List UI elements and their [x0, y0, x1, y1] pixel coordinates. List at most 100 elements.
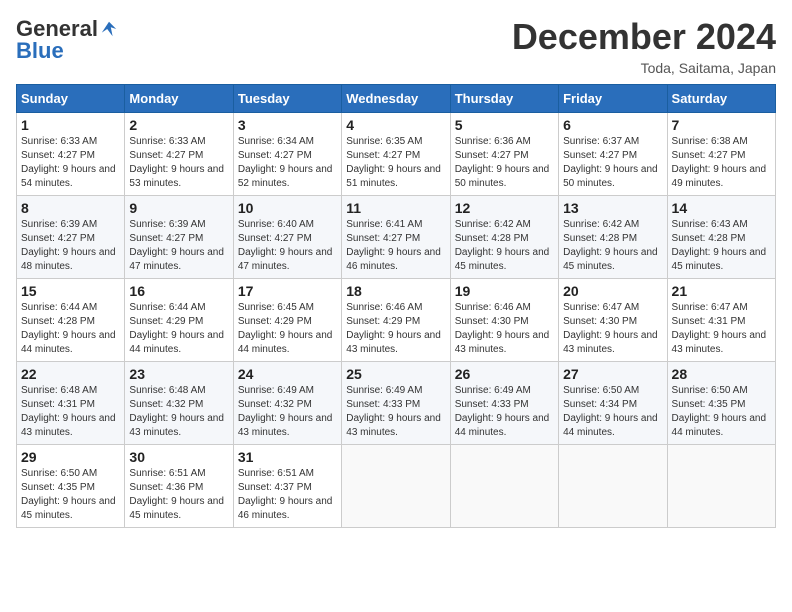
day-info: Sunrise: 6:39 AMSunset: 4:27 PMDaylight:… — [21, 218, 120, 274]
calendar-cell — [450, 445, 558, 528]
day-info: Sunrise: 6:45 AMSunset: 4:29 PMDaylight:… — [238, 301, 337, 357]
day-info: Sunrise: 6:51 AMSunset: 4:36 PMDaylight:… — [129, 467, 228, 523]
calendar-cell: 24 Sunrise: 6:49 AMSunset: 4:32 PMDayligh… — [233, 362, 341, 445]
day-info: Sunrise: 6:50 AMSunset: 4:35 PMDaylight:… — [672, 384, 771, 440]
col-header-thursday: Thursday — [450, 85, 558, 113]
day-number: 5 — [455, 117, 554, 133]
day-info: Sunrise: 6:47 AMSunset: 4:31 PMDaylight:… — [672, 301, 771, 357]
page-header: General Blue December 2024 Toda, Saitama… — [16, 16, 776, 76]
day-info: Sunrise: 6:37 AMSunset: 4:27 PMDaylight:… — [563, 135, 662, 191]
calendar-table: SundayMondayTuesdayWednesdayThursdayFrid… — [16, 84, 776, 528]
day-number: 29 — [21, 449, 120, 465]
day-number: 15 — [21, 283, 120, 299]
calendar-cell: 22 Sunrise: 6:48 AMSunset: 4:31 PMDayligh… — [17, 362, 125, 445]
day-number: 27 — [563, 366, 662, 382]
day-info: Sunrise: 6:51 AMSunset: 4:37 PMDaylight:… — [238, 467, 337, 523]
calendar-cell: 4Sunrise: 6:35 AMSunset: 4:27 PMDaylight… — [342, 113, 450, 196]
day-number: 18 — [346, 283, 445, 299]
day-info: Sunrise: 6:41 AMSunset: 4:27 PMDaylight:… — [346, 218, 445, 274]
day-number: 2 — [129, 117, 228, 133]
day-number: 30 — [129, 449, 228, 465]
day-info: Sunrise: 6:49 AMSunset: 4:33 PMDaylight:… — [346, 384, 445, 440]
day-info: Sunrise: 6:38 AMSunset: 4:27 PMDaylight:… — [672, 135, 771, 191]
calendar-cell: 30 Sunrise: 6:51 AMSunset: 4:36 PMDayligh… — [125, 445, 233, 528]
day-info: Sunrise: 6:35 AMSunset: 4:27 PMDaylight:… — [346, 135, 445, 191]
day-info: Sunrise: 6:36 AMSunset: 4:27 PMDaylight:… — [455, 135, 554, 191]
day-info: Sunrise: 6:48 AMSunset: 4:32 PMDaylight:… — [129, 384, 228, 440]
calendar-cell — [559, 445, 667, 528]
calendar-cell: 25 Sunrise: 6:49 AMSunset: 4:33 PMDayligh… — [342, 362, 450, 445]
day-number: 7 — [672, 117, 771, 133]
day-number: 13 — [563, 200, 662, 216]
day-info: Sunrise: 6:42 AMSunset: 4:28 PMDaylight:… — [455, 218, 554, 274]
day-info: Sunrise: 6:44 AMSunset: 4:28 PMDaylight:… — [21, 301, 120, 357]
day-info: Sunrise: 6:49 AMSunset: 4:32 PMDaylight:… — [238, 384, 337, 440]
col-header-friday: Friday — [559, 85, 667, 113]
day-number: 14 — [672, 200, 771, 216]
calendar-cell: 15 Sunrise: 6:44 AMSunset: 4:28 PMDayligh… — [17, 279, 125, 362]
day-info: Sunrise: 6:33 AMSunset: 4:27 PMDaylight:… — [21, 135, 120, 191]
calendar-cell: 16 Sunrise: 6:44 AMSunset: 4:29 PMDayligh… — [125, 279, 233, 362]
calendar-cell: 31 Sunrise: 6:51 AMSunset: 4:37 PMDayligh… — [233, 445, 341, 528]
day-number: 22 — [21, 366, 120, 382]
day-info: Sunrise: 6:49 AMSunset: 4:33 PMDaylight:… — [455, 384, 554, 440]
calendar-cell: 8 Sunrise: 6:39 AMSunset: 4:27 PMDaylight… — [17, 196, 125, 279]
calendar-week-row: 8 Sunrise: 6:39 AMSunset: 4:27 PMDaylight… — [17, 196, 776, 279]
calendar-header-row: SundayMondayTuesdayWednesdayThursdayFrid… — [17, 85, 776, 113]
calendar-week-row: 1 Sunrise: 6:33 AMSunset: 4:27 PMDaylight… — [17, 113, 776, 196]
day-info: Sunrise: 6:46 AMSunset: 4:30 PMDaylight:… — [455, 301, 554, 357]
col-header-saturday: Saturday — [667, 85, 775, 113]
day-info: Sunrise: 6:50 AMSunset: 4:34 PMDaylight:… — [563, 384, 662, 440]
day-number: 10 — [238, 200, 337, 216]
calendar-cell: 7 Sunrise: 6:38 AMSunset: 4:27 PMDaylight… — [667, 113, 775, 196]
day-info: Sunrise: 6:46 AMSunset: 4:29 PMDaylight:… — [346, 301, 445, 357]
calendar-cell — [342, 445, 450, 528]
day-number: 12 — [455, 200, 554, 216]
day-info: Sunrise: 6:39 AMSunset: 4:27 PMDaylight:… — [129, 218, 228, 274]
day-number: 20 — [563, 283, 662, 299]
calendar-cell: 6Sunrise: 6:37 AMSunset: 4:27 PMDaylight… — [559, 113, 667, 196]
calendar-cell: 3Sunrise: 6:34 AMSunset: 4:27 PMDaylight… — [233, 113, 341, 196]
calendar-cell: 10 Sunrise: 6:40 AMSunset: 4:27 PMDayligh… — [233, 196, 341, 279]
calendar-week-row: 29 Sunrise: 6:50 AMSunset: 4:35 PMDayligh… — [17, 445, 776, 528]
calendar-cell: 12 Sunrise: 6:42 AMSunset: 4:28 PMDayligh… — [450, 196, 558, 279]
calendar-cell: 13Sunrise: 6:42 AMSunset: 4:28 PMDayligh… — [559, 196, 667, 279]
col-header-monday: Monday — [125, 85, 233, 113]
day-info: Sunrise: 6:44 AMSunset: 4:29 PMDaylight:… — [129, 301, 228, 357]
day-number: 23 — [129, 366, 228, 382]
day-number: 1 — [21, 117, 120, 133]
day-info: Sunrise: 6:47 AMSunset: 4:30 PMDaylight:… — [563, 301, 662, 357]
day-number: 26 — [455, 366, 554, 382]
day-number: 11 — [346, 200, 445, 216]
day-number: 9 — [129, 200, 228, 216]
col-header-wednesday: Wednesday — [342, 85, 450, 113]
day-number: 16 — [129, 283, 228, 299]
day-number: 17 — [238, 283, 337, 299]
calendar-cell: 23 Sunrise: 6:48 AMSunset: 4:32 PMDayligh… — [125, 362, 233, 445]
day-info: Sunrise: 6:33 AMSunset: 4:27 PMDaylight:… — [129, 135, 228, 191]
calendar-cell: 11 Sunrise: 6:41 AMSunset: 4:27 PMDayligh… — [342, 196, 450, 279]
calendar-cell: 5 Sunrise: 6:36 AMSunset: 4:27 PMDaylight… — [450, 113, 558, 196]
calendar-week-row: 22 Sunrise: 6:48 AMSunset: 4:31 PMDayligh… — [17, 362, 776, 445]
calendar-cell: 19Sunrise: 6:46 AMSunset: 4:30 PMDayligh… — [450, 279, 558, 362]
logo-bird-icon — [100, 20, 118, 38]
day-number: 25 — [346, 366, 445, 382]
day-info: Sunrise: 6:50 AMSunset: 4:35 PMDaylight:… — [21, 467, 120, 523]
day-info: Sunrise: 6:48 AMSunset: 4:31 PMDaylight:… — [21, 384, 120, 440]
day-number: 31 — [238, 449, 337, 465]
day-number: 24 — [238, 366, 337, 382]
calendar-cell — [667, 445, 775, 528]
calendar-cell: 18 Sunrise: 6:46 AMSunset: 4:29 PMDayligh… — [342, 279, 450, 362]
calendar-cell: 20 Sunrise: 6:47 AMSunset: 4:30 PMDayligh… — [559, 279, 667, 362]
day-info: Sunrise: 6:43 AMSunset: 4:28 PMDaylight:… — [672, 218, 771, 274]
day-info: Sunrise: 6:40 AMSunset: 4:27 PMDaylight:… — [238, 218, 337, 274]
calendar-cell: 26 Sunrise: 6:49 AMSunset: 4:33 PMDayligh… — [450, 362, 558, 445]
day-number: 21 — [672, 283, 771, 299]
day-number: 8 — [21, 200, 120, 216]
logo-blue-text: Blue — [16, 38, 64, 64]
calendar-cell: 1 Sunrise: 6:33 AMSunset: 4:27 PMDaylight… — [17, 113, 125, 196]
col-header-tuesday: Tuesday — [233, 85, 341, 113]
calendar-cell: 28Sunrise: 6:50 AMSunset: 4:35 PMDayligh… — [667, 362, 775, 445]
col-header-sunday: Sunday — [17, 85, 125, 113]
calendar-cell: 9 Sunrise: 6:39 AMSunset: 4:27 PMDaylight… — [125, 196, 233, 279]
